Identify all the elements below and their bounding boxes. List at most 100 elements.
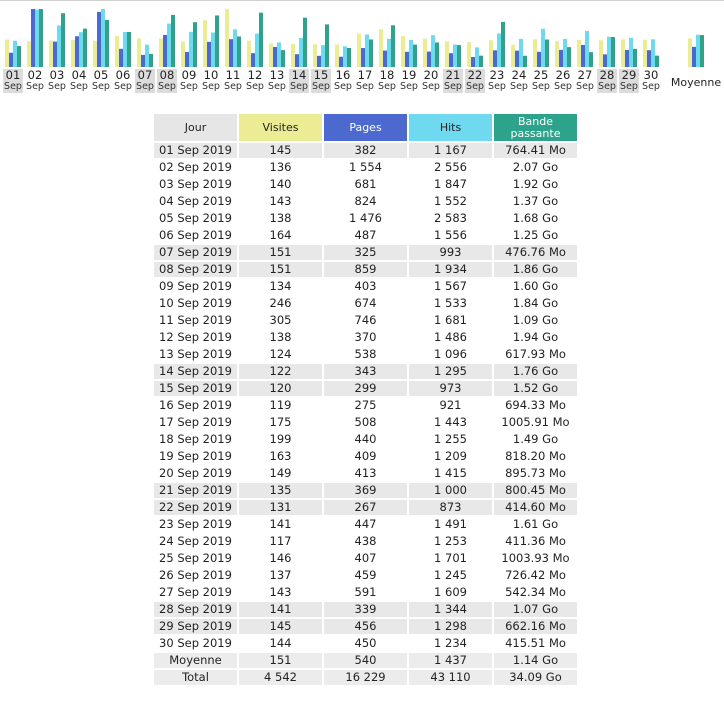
- cell-day: 01 Sep 2019: [154, 143, 237, 158]
- day-number: 16: [335, 68, 351, 82]
- cell-hits: 1 847: [434, 177, 467, 191]
- cell-pages: 343: [324, 364, 407, 379]
- day-month: Sep: [92, 81, 110, 92]
- cell-visits: 149: [269, 466, 292, 480]
- cell-pages: 339: [324, 602, 407, 617]
- chart-average-label: Moyenne: [670, 76, 722, 89]
- table-row: 06 Sep 2019 164 487 1 556 1.25 Go: [154, 228, 577, 243]
- cell-bandwidth: 1.92 Go: [512, 177, 559, 191]
- cell-hits: 1 209: [434, 449, 467, 463]
- pages-bar: [141, 54, 145, 67]
- day-month: Sep: [334, 81, 352, 92]
- visits-bar: [445, 41, 449, 67]
- cell-bandwidth: 1.94 Go: [512, 330, 559, 344]
- hits-bar: [409, 39, 413, 67]
- pages-bar: [53, 41, 57, 67]
- bandwidth-bar: [589, 52, 593, 67]
- col-header-visits: Visites: [239, 114, 322, 141]
- cell-hits: 1 000: [409, 483, 492, 498]
- bandwidth-bar: [237, 36, 241, 67]
- bandwidth-bar: [61, 13, 65, 68]
- cell-visits: 138: [269, 211, 292, 225]
- cell-hits: 1 567: [434, 279, 467, 293]
- cell-hits: 993: [409, 245, 492, 260]
- table-row: 13 Sep 2019 124 538 1 096 617.93 Mo: [154, 347, 577, 362]
- bandwidth-bar: [281, 50, 285, 67]
- pages-bar: [515, 50, 519, 67]
- pages-bar: [449, 53, 453, 67]
- day-label: 03 Sep: [47, 69, 67, 93]
- pages-bar: [361, 48, 365, 67]
- pages-bar: [603, 54, 607, 67]
- cell-bandwidth: 1.14 Go: [494, 653, 577, 668]
- hits-bar: [541, 28, 545, 67]
- hits-bar: [57, 25, 61, 67]
- pages-bar: [581, 44, 585, 67]
- bandwidth-bar: [347, 48, 351, 67]
- day-month: Sep: [532, 81, 550, 92]
- pages-bar: [537, 51, 541, 67]
- table-row: 21 Sep 2019 135 369 1 000 800.45 Mo: [154, 483, 577, 498]
- cell-bandwidth: 818.20 Mo: [505, 449, 566, 463]
- hits-bar: [629, 37, 633, 67]
- day-label: 18 Sep: [377, 69, 397, 93]
- hits-bar: [321, 45, 325, 67]
- day-month: Sep: [26, 81, 44, 92]
- day-label: 27 Sep: [575, 69, 595, 93]
- cell-hits: 1 234: [434, 636, 467, 650]
- table-row: 24 Sep 2019 117 438 1 253 411.36 Mo: [154, 534, 577, 549]
- cell-bandwidth: 411.36 Mo: [505, 534, 566, 548]
- bandwidth-bar: [17, 46, 21, 67]
- visits-bar: [643, 39, 647, 67]
- bandwidth-bar: [501, 21, 505, 67]
- cell-hits: 1 556: [434, 228, 467, 242]
- hits-bar: [343, 46, 347, 67]
- cell-pages: 591: [354, 585, 377, 599]
- cell-visits: 151: [239, 653, 322, 668]
- day-month: Sep: [202, 81, 220, 92]
- cell-day: 20 Sep 2019: [159, 466, 232, 480]
- cell-pages: 859: [324, 262, 407, 277]
- pages-bar: [383, 50, 387, 67]
- cell-day: 04 Sep 2019: [159, 194, 232, 208]
- hits-bar: [101, 9, 105, 67]
- day-month: Sep: [378, 81, 396, 92]
- table-row: 28 Sep 2019 141 339 1 344 1.07 Go: [154, 602, 577, 617]
- day-number: 09: [181, 68, 197, 82]
- table-row: 14 Sep 2019 122 343 1 295 1.76 Go: [154, 364, 577, 379]
- cell-day: 16 Sep 2019: [159, 398, 232, 412]
- cell-day: 03 Sep 2019: [159, 177, 232, 191]
- cell-visits: 4 542: [239, 670, 322, 685]
- day-month: Sep: [422, 81, 440, 92]
- day-month: Sep: [268, 81, 286, 92]
- hits-bar: [277, 42, 281, 67]
- visits-bar: [225, 9, 229, 67]
- cell-day: 12 Sep 2019: [159, 330, 232, 344]
- pages-bar: [97, 11, 101, 67]
- hits-bar: [497, 33, 501, 67]
- cell-bandwidth: 617.93 Mo: [505, 347, 566, 361]
- cell-bandwidth: 1.76 Go: [494, 364, 577, 379]
- visits-bar: [27, 41, 31, 67]
- cell-day: 08 Sep 2019: [154, 262, 237, 277]
- day-month: Sep: [224, 81, 242, 92]
- day-number: 06: [115, 68, 131, 82]
- cell-visits: 135: [239, 483, 322, 498]
- visits-bar: [423, 38, 427, 67]
- table-row: 08 Sep 2019 151 859 1 934 1.86 Go: [154, 262, 577, 277]
- table-row: 17 Sep 2019 175 508 1 443 1005.91 Mo: [154, 415, 577, 430]
- day-month: Sep: [642, 81, 660, 92]
- cell-day: 27 Sep 2019: [159, 585, 232, 599]
- visits-bar: [621, 39, 625, 67]
- hits-bar: [299, 37, 303, 67]
- day-label: 30 Sep: [641, 69, 661, 93]
- pages-bar: [75, 36, 79, 67]
- visits-bar: [577, 39, 581, 67]
- cell-hits: 1 253: [434, 534, 467, 548]
- cell-pages: 382: [324, 143, 407, 158]
- day-label: 07 Sep: [135, 69, 155, 93]
- cell-bandwidth: 1.68 Go: [512, 211, 559, 225]
- pages-bar: [273, 46, 277, 67]
- bandwidth-bar: [325, 24, 329, 67]
- day-number: 03: [49, 68, 65, 82]
